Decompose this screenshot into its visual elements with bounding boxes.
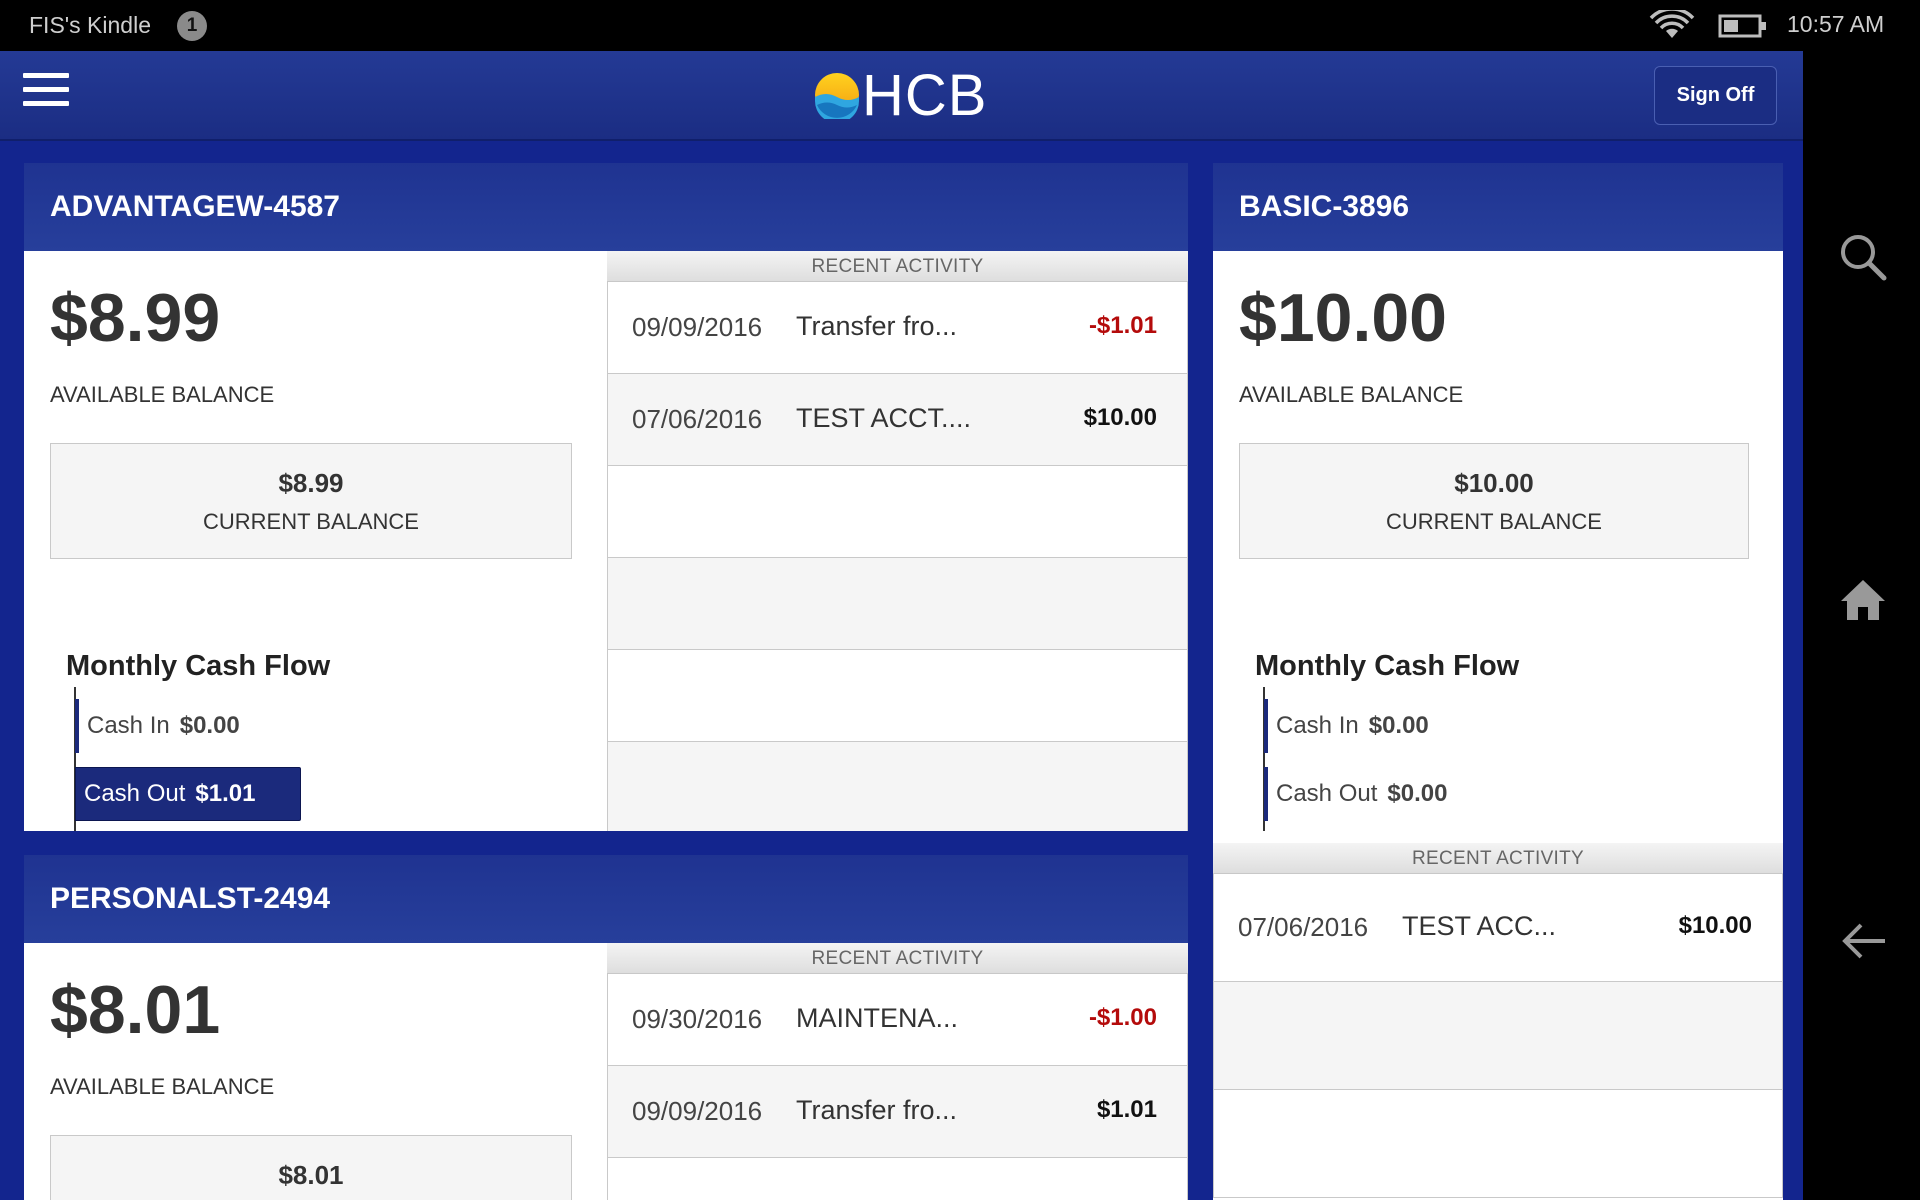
cash-flow-title: Monthly Cash Flow <box>66 650 331 682</box>
activity-row-empty <box>1213 982 1783 1090</box>
available-balance-label: AVAILABLE BALANCE <box>50 1074 275 1099</box>
search-icon[interactable] <box>1833 227 1893 287</box>
wifi-icon <box>1648 7 1696 45</box>
cash-in-label: Cash In <box>1276 712 1359 739</box>
menu-icon[interactable] <box>23 73 69 113</box>
cash-in-bar <box>1264 699 1268 753</box>
activity-description: TEST ACC... <box>1402 911 1557 941</box>
sign-off-button[interactable]: Sign Off <box>1654 66 1777 125</box>
activity-amount: $10.00 <box>1083 404 1157 431</box>
activity-date: 09/09/2016 <box>632 312 763 342</box>
activity-date: 09/09/2016 <box>632 1096 763 1126</box>
logo-text: HCB <box>862 62 988 128</box>
current-balance-box: $8.99 CURRENT BALANCE <box>50 443 572 559</box>
account-header: PERSONALST-2494 <box>24 855 1188 943</box>
account-card-basic[interactable]: BASIC-3896 $10.00 AVAILABLE BALANCE $10.… <box>1213 163 1783 1200</box>
cash-out-label: Cash Out <box>84 780 186 807</box>
activity-row[interactable]: 09/09/2016 Transfer fro... -$1.01 <box>607 282 1188 374</box>
activity-description: Transfer fro... <box>796 311 958 341</box>
account-card-advantagew[interactable]: ADVANTAGEW-4587 $8.99 AVAILABLE BALANCE … <box>24 163 1188 831</box>
cash-in-bar <box>75 699 79 753</box>
available-balance: $8.99 <box>50 280 221 356</box>
cash-out-row: Cash Out $0.00 <box>1264 767 1524 821</box>
cash-out-value: $0.00 <box>1387 780 1448 807</box>
activity-amount: -$1.00 <box>1088 1004 1157 1031</box>
cash-in-value: $0.00 <box>1368 712 1429 739</box>
sun-logo-icon <box>815 73 859 119</box>
activity-row[interactable]: 07/06/2016 TEST ACC... $10.00 <box>1213 874 1783 982</box>
activity-amount: $10.00 <box>1678 912 1752 939</box>
activity-row-empty <box>607 1158 1188 1200</box>
account-name: PERSONALST-2494 <box>50 882 331 915</box>
clock: 10:57 AM <box>1787 11 1885 37</box>
hcb-logo: HCB <box>814 63 987 128</box>
cash-in-row: Cash In $0.00 <box>75 699 335 753</box>
device-name: FIS's Kindle <box>29 12 151 38</box>
app-header: HCB Sign Off <box>0 51 1803 141</box>
recent-activity-header: RECENT ACTIVITY <box>1213 843 1783 874</box>
activity-amount: $1.01 <box>1096 1096 1157 1123</box>
account-header: BASIC-3896 <box>1213 163 1783 251</box>
notification-badge[interactable]: 1 <box>177 11 207 41</box>
account-name: ADVANTAGEW-4587 <box>50 190 340 223</box>
account-name: BASIC-3896 <box>1239 190 1410 223</box>
activity-description: Transfer fro... <box>796 1095 958 1125</box>
activity-row-empty <box>607 466 1188 558</box>
cash-out-row: Cash Out $1.01 <box>75 767 301 821</box>
banking-app: HCB Sign Off ADVANTAGEW-4587 $8.99 AVAIL… <box>0 51 1803 1200</box>
battery-icon <box>1718 13 1768 44</box>
system-status-bar: FIS's Kindle 1 10:57 AM <box>0 0 1920 51</box>
available-balance: $10.00 <box>1239 280 1447 356</box>
current-balance: $8.01 <box>278 1160 344 1190</box>
back-arrow-icon[interactable] <box>1833 911 1893 971</box>
cash-out-value: $1.01 <box>195 780 256 807</box>
activity-date: 07/06/2016 <box>632 404 763 434</box>
recent-activity-header: RECENT ACTIVITY <box>607 251 1188 282</box>
recent-activity-panel: RECENT ACTIVITY 09/30/2016 MAINTENA... -… <box>607 943 1188 1200</box>
current-balance-box: $10.00 CURRENT BALANCE <box>1239 443 1749 559</box>
activity-date: 07/06/2016 <box>1238 912 1369 942</box>
current-balance: $8.99 <box>278 468 344 498</box>
activity-date: 09/30/2016 <box>632 1004 763 1034</box>
cash-in-row: Cash In $0.00 <box>1264 699 1524 753</box>
activity-description: MAINTENA... <box>796 1003 959 1033</box>
home-icon[interactable] <box>1833 570 1893 630</box>
cash-flow-title: Monthly Cash Flow <box>1255 650 1520 682</box>
activity-row-empty <box>1213 1090 1783 1198</box>
activity-description: TEST ACCT.... <box>796 403 972 433</box>
cash-in-label: Cash In <box>87 712 170 739</box>
cash-out-bar <box>1264 767 1268 821</box>
available-balance: $8.01 <box>50 972 221 1048</box>
current-balance-label: CURRENT BALANCE <box>1386 509 1602 534</box>
recent-activity-panel: RECENT ACTIVITY 09/09/2016 Transfer fro.… <box>607 251 1188 831</box>
activity-row[interactable]: 07/06/2016 TEST ACCT.... $10.00 <box>607 374 1188 466</box>
recent-activity-header: RECENT ACTIVITY <box>607 943 1188 974</box>
activity-row[interactable]: 09/30/2016 MAINTENA... -$1.00 <box>607 974 1188 1066</box>
cash-in-value: $0.00 <box>179 712 240 739</box>
available-balance-label: AVAILABLE BALANCE <box>1239 382 1464 407</box>
activity-row-empty <box>607 558 1188 650</box>
current-balance: $10.00 <box>1454 468 1534 498</box>
account-card-personalst[interactable]: PERSONALST-2494 $8.01 AVAILABLE BALANCE … <box>24 855 1188 1200</box>
system-nav-bar <box>1803 51 1920 1200</box>
cash-out-label: Cash Out <box>1276 780 1378 807</box>
activity-row-empty <box>607 742 1188 831</box>
current-balance-box: $8.01 <box>50 1135 572 1200</box>
recent-activity-panel: RECENT ACTIVITY 07/06/2016 TEST ACC... $… <box>1213 843 1783 1200</box>
current-balance-label: CURRENT BALANCE <box>203 509 419 534</box>
account-header: ADVANTAGEW-4587 <box>24 163 1188 251</box>
activity-row[interactable]: 09/09/2016 Transfer fro... $1.01 <box>607 1066 1188 1158</box>
activity-row-empty <box>607 650 1188 742</box>
available-balance-label: AVAILABLE BALANCE <box>50 382 275 407</box>
activity-amount: -$1.01 <box>1088 312 1157 339</box>
